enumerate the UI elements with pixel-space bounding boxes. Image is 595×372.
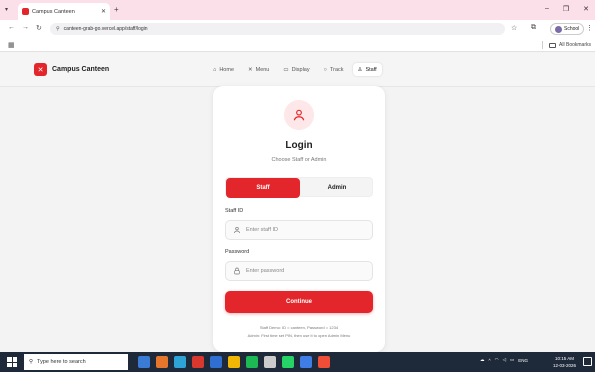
clock-date: 12-03-2026 xyxy=(553,363,577,368)
page-title: Login xyxy=(285,140,313,151)
app-icon[interactable] xyxy=(300,356,312,368)
nav-display[interactable]: ▭ Display xyxy=(278,63,314,76)
nav-staff[interactable]: ♙ Staff xyxy=(352,63,382,76)
brand[interactable]: ✕ Campus Canteen xyxy=(34,63,109,76)
battery-icon[interactable]: ▭ xyxy=(510,357,514,363)
favicon-icon xyxy=(22,8,29,15)
wifi-icon[interactable]: ◠ xyxy=(495,357,499,363)
nav-label: Staff xyxy=(365,66,377,73)
continue-button[interactable]: Continue xyxy=(225,291,373,313)
url-text: canteen-grab-go.vercel.app/staff/login xyxy=(63,26,148,32)
admin-note: Admin: First time set PIN, then use it t… xyxy=(247,333,351,338)
notification-icon[interactable] xyxy=(583,357,592,366)
reload-icon[interactable]: ↻ xyxy=(36,24,42,32)
monitor-icon: ▭ xyxy=(283,66,289,73)
site-info-icon[interactable]: ⚲ xyxy=(56,26,60,32)
forward-icon[interactable]: → xyxy=(22,24,29,31)
settings-icon[interactable] xyxy=(264,356,276,368)
staff-id-label: Staff ID xyxy=(225,208,244,214)
app-icon[interactable] xyxy=(210,356,222,368)
demo-note: Staff Demo: ID = canteen, Password = 123… xyxy=(259,325,339,330)
new-tab-icon[interactable]: + xyxy=(114,5,119,14)
all-bookmarks-label: All Bookmarks xyxy=(559,42,591,48)
nav-label: Menu xyxy=(255,66,270,73)
password-label: Password xyxy=(225,249,250,255)
chrome-icon[interactable] xyxy=(318,356,330,368)
user-icon: ♙ xyxy=(357,66,363,73)
lock-icon xyxy=(234,267,240,275)
password-field[interactable]: Enter password xyxy=(225,261,373,281)
clock-time: 10:15 AM xyxy=(555,356,575,361)
bookmark-star-icon[interactable]: ☆ xyxy=(511,24,517,32)
system-tray: ☁ ^ ◠ ◁ ▭ ENG xyxy=(480,357,528,363)
utensils-icon: ✕ xyxy=(248,66,253,73)
tab-title: Campus Canteen xyxy=(32,8,75,15)
tab-search-icon[interactable]: ▾ xyxy=(5,6,8,13)
password-placeholder: Enter password xyxy=(246,268,285,274)
pinned-apps xyxy=(138,356,330,368)
weather-icon[interactable]: ☁ xyxy=(480,357,485,363)
minimize-icon[interactable]: – xyxy=(545,5,549,13)
close-tab-icon[interactable]: ✕ xyxy=(101,8,106,15)
volume-icon[interactable]: ◁ xyxy=(503,357,506,363)
language-indicator[interactable]: ENG xyxy=(518,358,528,363)
app-icon[interactable] xyxy=(174,356,186,368)
taskbar-search[interactable]: ⚲ Type here to search xyxy=(24,354,128,370)
address-toolbar: ← → ↻ ⚲ canteen-grab-go.vercel.app/staff… xyxy=(0,20,595,38)
utensils-logo-icon: ✕ xyxy=(34,63,47,76)
login-card: Login Choose Staff or Admin Staff Admin … xyxy=(213,86,385,352)
nav-home[interactable]: ⌂ Home xyxy=(208,63,239,76)
search-icon: ○ xyxy=(323,66,327,73)
avatar xyxy=(555,25,562,33)
chevron-up-icon[interactable]: ^ xyxy=(489,358,491,363)
user-icon xyxy=(234,227,240,234)
os-taskbar: ⚲ Type here to search ☁ ^ ◠ ◁ ▭ ENG 10:1… xyxy=(0,352,595,372)
search-icon: ⚲ xyxy=(29,359,34,365)
windows-start-icon[interactable] xyxy=(7,357,17,367)
close-window-icon[interactable]: ✕ xyxy=(583,5,589,13)
avatar xyxy=(284,100,314,130)
browser-menu-icon[interactable]: ⋮ xyxy=(586,24,593,32)
staff-toggle-button[interactable]: Staff xyxy=(226,178,300,198)
user-icon xyxy=(293,109,305,121)
nav-label: Track xyxy=(329,66,344,73)
taskbar-search-placeholder: Type here to search xyxy=(37,359,86,365)
nav-label: Display xyxy=(291,66,310,73)
browser-tab[interactable]: Campus Canteen ✕ xyxy=(18,3,110,20)
app-header: ✕ Campus Canteen ⌂ Home ✕ Menu ▭ Display… xyxy=(0,53,595,87)
home-icon: ⌂ xyxy=(213,66,217,73)
staff-id-field[interactable]: Enter staff ID xyxy=(225,220,373,240)
folder-icon[interactable] xyxy=(228,356,240,368)
page-subtitle: Choose Staff or Admin xyxy=(271,157,327,163)
profile-button[interactable]: School xyxy=(550,23,585,35)
apps-grid-icon[interactable]: ▦ xyxy=(8,41,15,49)
profile-label: School xyxy=(564,26,580,32)
staff-id-placeholder: Enter staff ID xyxy=(246,227,278,233)
clock[interactable]: 10:15 AM 12-03-2026 xyxy=(553,355,576,369)
all-bookmarks-button[interactable]: All Bookmarks xyxy=(542,41,591,49)
nav-label: Home xyxy=(219,66,234,73)
brand-name: Campus Canteen xyxy=(52,66,110,73)
restore-icon[interactable]: ❐ xyxy=(563,5,569,13)
role-toggle: Staff Admin xyxy=(225,177,374,198)
app-icon[interactable] xyxy=(138,356,150,368)
back-icon[interactable]: ← xyxy=(8,24,15,31)
divider xyxy=(542,41,544,49)
main-nav: ⌂ Home ✕ Menu ▭ Display ○ Track ♙ Staff xyxy=(208,63,382,76)
nav-menu[interactable]: ✕ Menu xyxy=(243,63,274,76)
url-bar[interactable]: ⚲ canteen-grab-go.vercel.app/staff/login xyxy=(50,23,505,35)
folder-icon xyxy=(549,42,557,48)
admin-toggle-button[interactable]: Admin xyxy=(300,178,374,198)
spotify-icon[interactable] xyxy=(246,356,258,368)
browser-tab-strip: ▾ Campus Canteen ✕ + – ❐ ✕ xyxy=(0,0,595,20)
bookmarks-bar: ▦ All Bookmarks xyxy=(0,38,595,52)
whatsapp-icon[interactable] xyxy=(282,356,294,368)
nav-track[interactable]: ○ Track xyxy=(319,63,349,76)
extensions-icon[interactable]: ⧉ xyxy=(531,24,536,32)
window-controls: – ❐ ✕ xyxy=(545,5,589,13)
app-icon[interactable] xyxy=(192,356,204,368)
brave-icon[interactable] xyxy=(156,356,168,368)
